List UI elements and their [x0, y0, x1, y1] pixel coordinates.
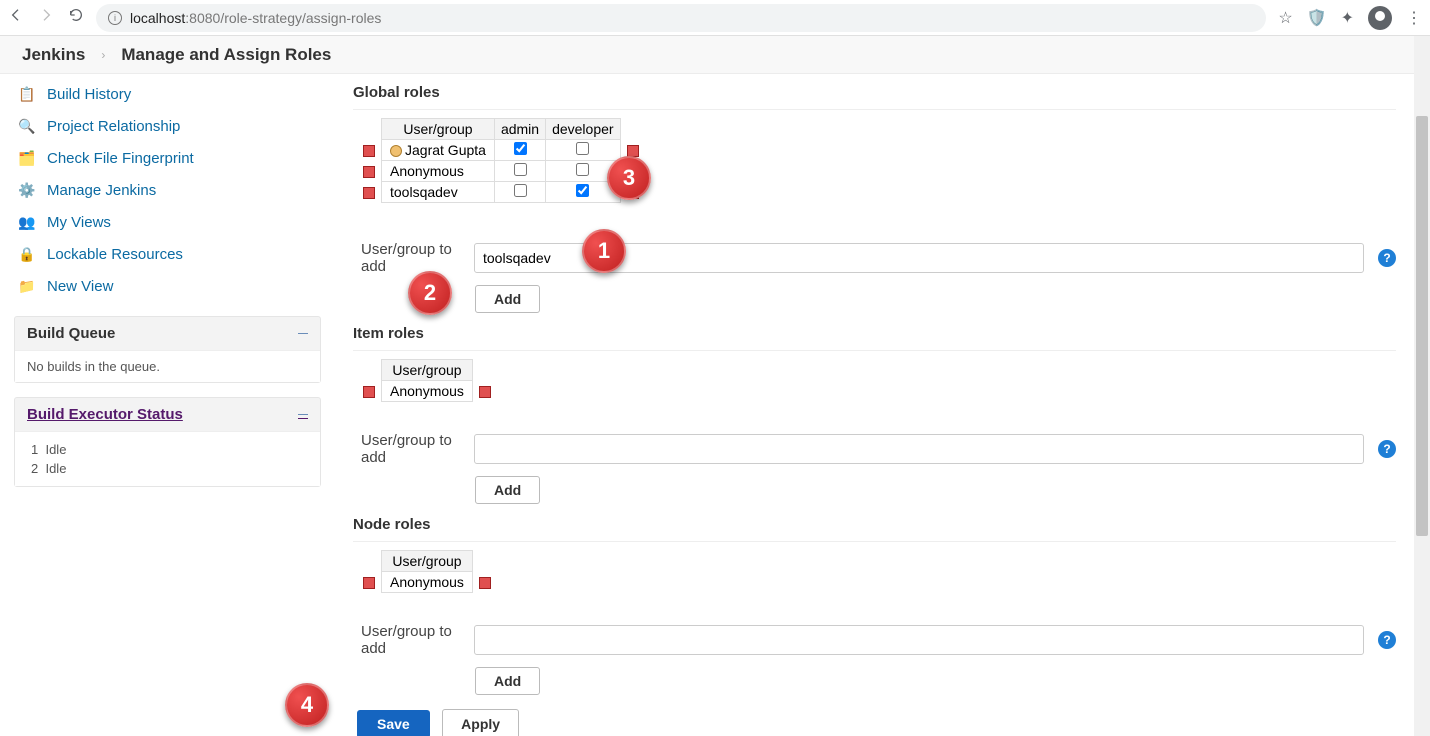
global-roles-table: User/group admin developer Jagrat Gupta …: [357, 118, 645, 203]
table-row: toolsqadev: [357, 182, 645, 203]
breadcrumb: Jenkins › Manage and Assign Roles: [0, 36, 1430, 74]
admin-checkbox[interactable]: [514, 163, 527, 176]
breadcrumb-separator-icon: ›: [101, 48, 105, 62]
item-roles-title: Item roles: [353, 325, 1396, 342]
extensions-icon[interactable]: ✦: [1341, 8, 1354, 28]
breadcrumb-current[interactable]: Manage and Assign Roles: [121, 45, 331, 65]
add-user-label: User/group to add: [361, 241, 466, 275]
address-bar[interactable]: i localhost:8080/role-strategy/assign-ro…: [96, 4, 1266, 32]
node-add-button[interactable]: Add: [475, 667, 540, 695]
executor-status-panel: Build Executor Status — 1 Idle 2 Idle: [14, 397, 321, 487]
global-roles-title: Global roles: [353, 84, 1396, 101]
developer-checkbox[interactable]: [576, 184, 589, 197]
url-host: localhost: [130, 10, 185, 26]
build-queue-empty: No builds in the queue.: [27, 359, 160, 374]
item-roles-table: User/group Anonymous: [357, 359, 497, 402]
gear-icon: ⚙️: [17, 180, 37, 200]
col-user-group: User/group: [382, 360, 473, 381]
sidebar-item-lockable-resources[interactable]: 🔒Lockable Resources: [14, 238, 321, 270]
callout-4: 4: [285, 683, 329, 727]
delete-icon[interactable]: [363, 577, 375, 589]
fingerprint-icon: 🗂️: [17, 148, 37, 168]
callout-2: 2: [408, 271, 452, 315]
col-admin: admin: [494, 119, 545, 140]
table-row: Anonymous: [357, 381, 497, 402]
save-button[interactable]: Save: [357, 710, 430, 736]
collapse-icon[interactable]: —: [298, 409, 308, 420]
item-add-input[interactable]: [474, 434, 1364, 464]
reload-button[interactable]: [68, 7, 84, 28]
global-add-button[interactable]: Add: [475, 285, 540, 313]
shield-icon[interactable]: 🛡️: [1307, 8, 1327, 28]
admin-checkbox[interactable]: [514, 142, 527, 155]
sidebar-item-project-relationship[interactable]: 🔍Project Relationship: [14, 110, 321, 142]
developer-checkbox[interactable]: [576, 142, 589, 155]
kebab-menu-icon[interactable]: ⋮: [1406, 8, 1422, 28]
node-add-input[interactable]: [474, 625, 1364, 655]
history-icon: 📋: [17, 84, 37, 104]
forward-button[interactable]: [38, 7, 54, 28]
table-row: Jagrat Gupta: [357, 140, 645, 161]
help-icon[interactable]: ?: [1378, 440, 1396, 458]
table-row: Anonymous: [357, 572, 497, 593]
lock-icon: 🔒: [17, 244, 37, 264]
item-add-button[interactable]: Add: [475, 476, 540, 504]
profile-icon[interactable]: [1368, 6, 1392, 30]
delete-icon[interactable]: [363, 187, 375, 199]
vertical-scrollbar[interactable]: [1414, 36, 1430, 736]
bookmark-icon[interactable]: ☆: [1278, 8, 1292, 28]
collapse-icon[interactable]: —: [298, 328, 308, 339]
developer-checkbox[interactable]: [576, 163, 589, 176]
callout-1: 1: [582, 229, 626, 273]
delete-icon[interactable]: [363, 145, 375, 157]
users-icon: 👥: [17, 212, 37, 232]
help-icon[interactable]: ?: [1378, 631, 1396, 649]
add-user-label: User/group to add: [361, 623, 466, 657]
delete-icon[interactable]: [363, 386, 375, 398]
build-queue-title: Build Queue: [27, 325, 115, 342]
executor-status-title[interactable]: Build Executor Status: [27, 406, 183, 423]
sidebar-item-new-view[interactable]: 📁New View: [14, 270, 321, 302]
scrollbar-thumb[interactable]: [1416, 116, 1428, 536]
executor-row: 1 Idle: [27, 440, 308, 459]
search-icon: 🔍: [17, 116, 37, 136]
sidebar-item-build-history[interactable]: 📋Build History: [14, 78, 321, 110]
col-user-group: User/group: [382, 119, 495, 140]
sidebar: 📋Build History 🔍Project Relationship 🗂️C…: [0, 74, 335, 736]
col-developer: developer: [546, 119, 621, 140]
col-user-group: User/group: [382, 551, 473, 572]
delete-icon[interactable]: [363, 166, 375, 178]
delete-icon[interactable]: [479, 386, 491, 398]
help-icon[interactable]: ?: [1378, 249, 1396, 267]
sidebar-item-my-views[interactable]: 👥My Views: [14, 206, 321, 238]
back-button[interactable]: [8, 7, 24, 28]
sidebar-item-manage-jenkins[interactable]: ⚙️Manage Jenkins: [14, 174, 321, 206]
build-queue-panel: Build Queue — No builds in the queue.: [14, 316, 321, 383]
node-roles-table: User/group Anonymous: [357, 550, 497, 593]
browser-toolbar: i localhost:8080/role-strategy/assign-ro…: [0, 0, 1430, 36]
table-row: Anonymous: [357, 161, 645, 182]
folder-icon: 📁: [17, 276, 37, 296]
delete-icon[interactable]: [479, 577, 491, 589]
breadcrumb-root[interactable]: Jenkins: [22, 45, 85, 65]
add-user-label: User/group to add: [361, 432, 466, 466]
executor-row: 2 Idle: [27, 459, 308, 478]
admin-checkbox[interactable]: [514, 184, 527, 197]
sidebar-item-fingerprint[interactable]: 🗂️Check File Fingerprint: [14, 142, 321, 174]
node-roles-title: Node roles: [353, 516, 1396, 533]
callout-3: 3: [607, 156, 651, 200]
apply-button[interactable]: Apply: [442, 709, 519, 736]
main-content: Global roles User/group admin developer …: [335, 74, 1430, 736]
user-icon: [390, 145, 402, 157]
site-info-icon[interactable]: i: [108, 11, 122, 25]
